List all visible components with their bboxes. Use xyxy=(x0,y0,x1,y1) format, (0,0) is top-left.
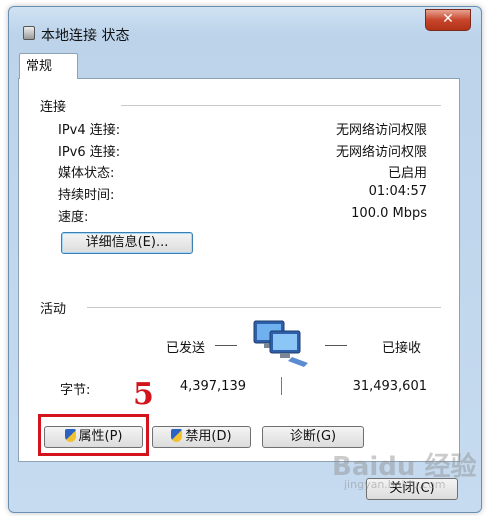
ipv6-label: IPv6 连接: xyxy=(58,145,121,160)
ipv4-label: IPv4 连接: xyxy=(58,123,121,138)
tab-panel-general: 连接 IPv4 连接: 无网络访问权限 IPv6 连接: 无网络访问权限 媒体状… xyxy=(18,78,460,462)
activity-divider xyxy=(87,307,441,308)
ipv4-value: 无网络访问权限 xyxy=(335,123,427,138)
ipv6-value: 无网络访问权限 xyxy=(335,145,427,160)
received-dash xyxy=(325,345,347,346)
bytes-label: 字节: xyxy=(60,383,91,398)
annotation-step-number: 5 xyxy=(133,377,154,412)
duration-label: 持续时间: xyxy=(58,188,115,203)
close-window-button[interactable]: ✕ xyxy=(425,9,471,31)
sent-label: 已发送 xyxy=(166,341,206,356)
network-adapter-icon xyxy=(23,26,35,40)
bytes-received-value: 31,493,601 xyxy=(352,379,427,394)
media-state-label: 媒体状态: xyxy=(58,166,115,181)
bytes-sent-value: 4,397,139 xyxy=(179,379,246,394)
connection-divider xyxy=(121,105,441,106)
title-bar: 本地连接 状态 ✕ xyxy=(9,7,481,44)
received-label: 已接收 xyxy=(382,341,422,356)
uac-shield-icon xyxy=(171,429,183,442)
media-state-value: 已启用 xyxy=(387,166,427,181)
network-activity-icon xyxy=(252,319,316,369)
tab-general[interactable]: 常规 xyxy=(19,53,78,79)
diagnose-button[interactable]: 诊断(G) xyxy=(262,426,364,448)
annotation-highlight-box xyxy=(38,414,149,456)
watermark-url: jingyan.baidu.com xyxy=(344,478,446,491)
speed-value: 100.0 Mbps xyxy=(351,206,427,221)
activity-separator xyxy=(281,377,282,395)
sent-dash xyxy=(215,345,237,346)
window-title: 本地连接 状态 xyxy=(41,28,130,44)
speed-label: 速度: xyxy=(58,210,89,225)
connection-section-header: 连接 xyxy=(40,100,67,115)
activity-section-header: 活动 xyxy=(40,302,67,317)
disable-button[interactable]: 禁用(D) xyxy=(152,426,251,448)
details-button[interactable]: 详细信息(E)... xyxy=(61,232,193,254)
disable-button-label: 禁用(D) xyxy=(185,429,232,444)
duration-value: 01:04:57 xyxy=(368,184,427,199)
